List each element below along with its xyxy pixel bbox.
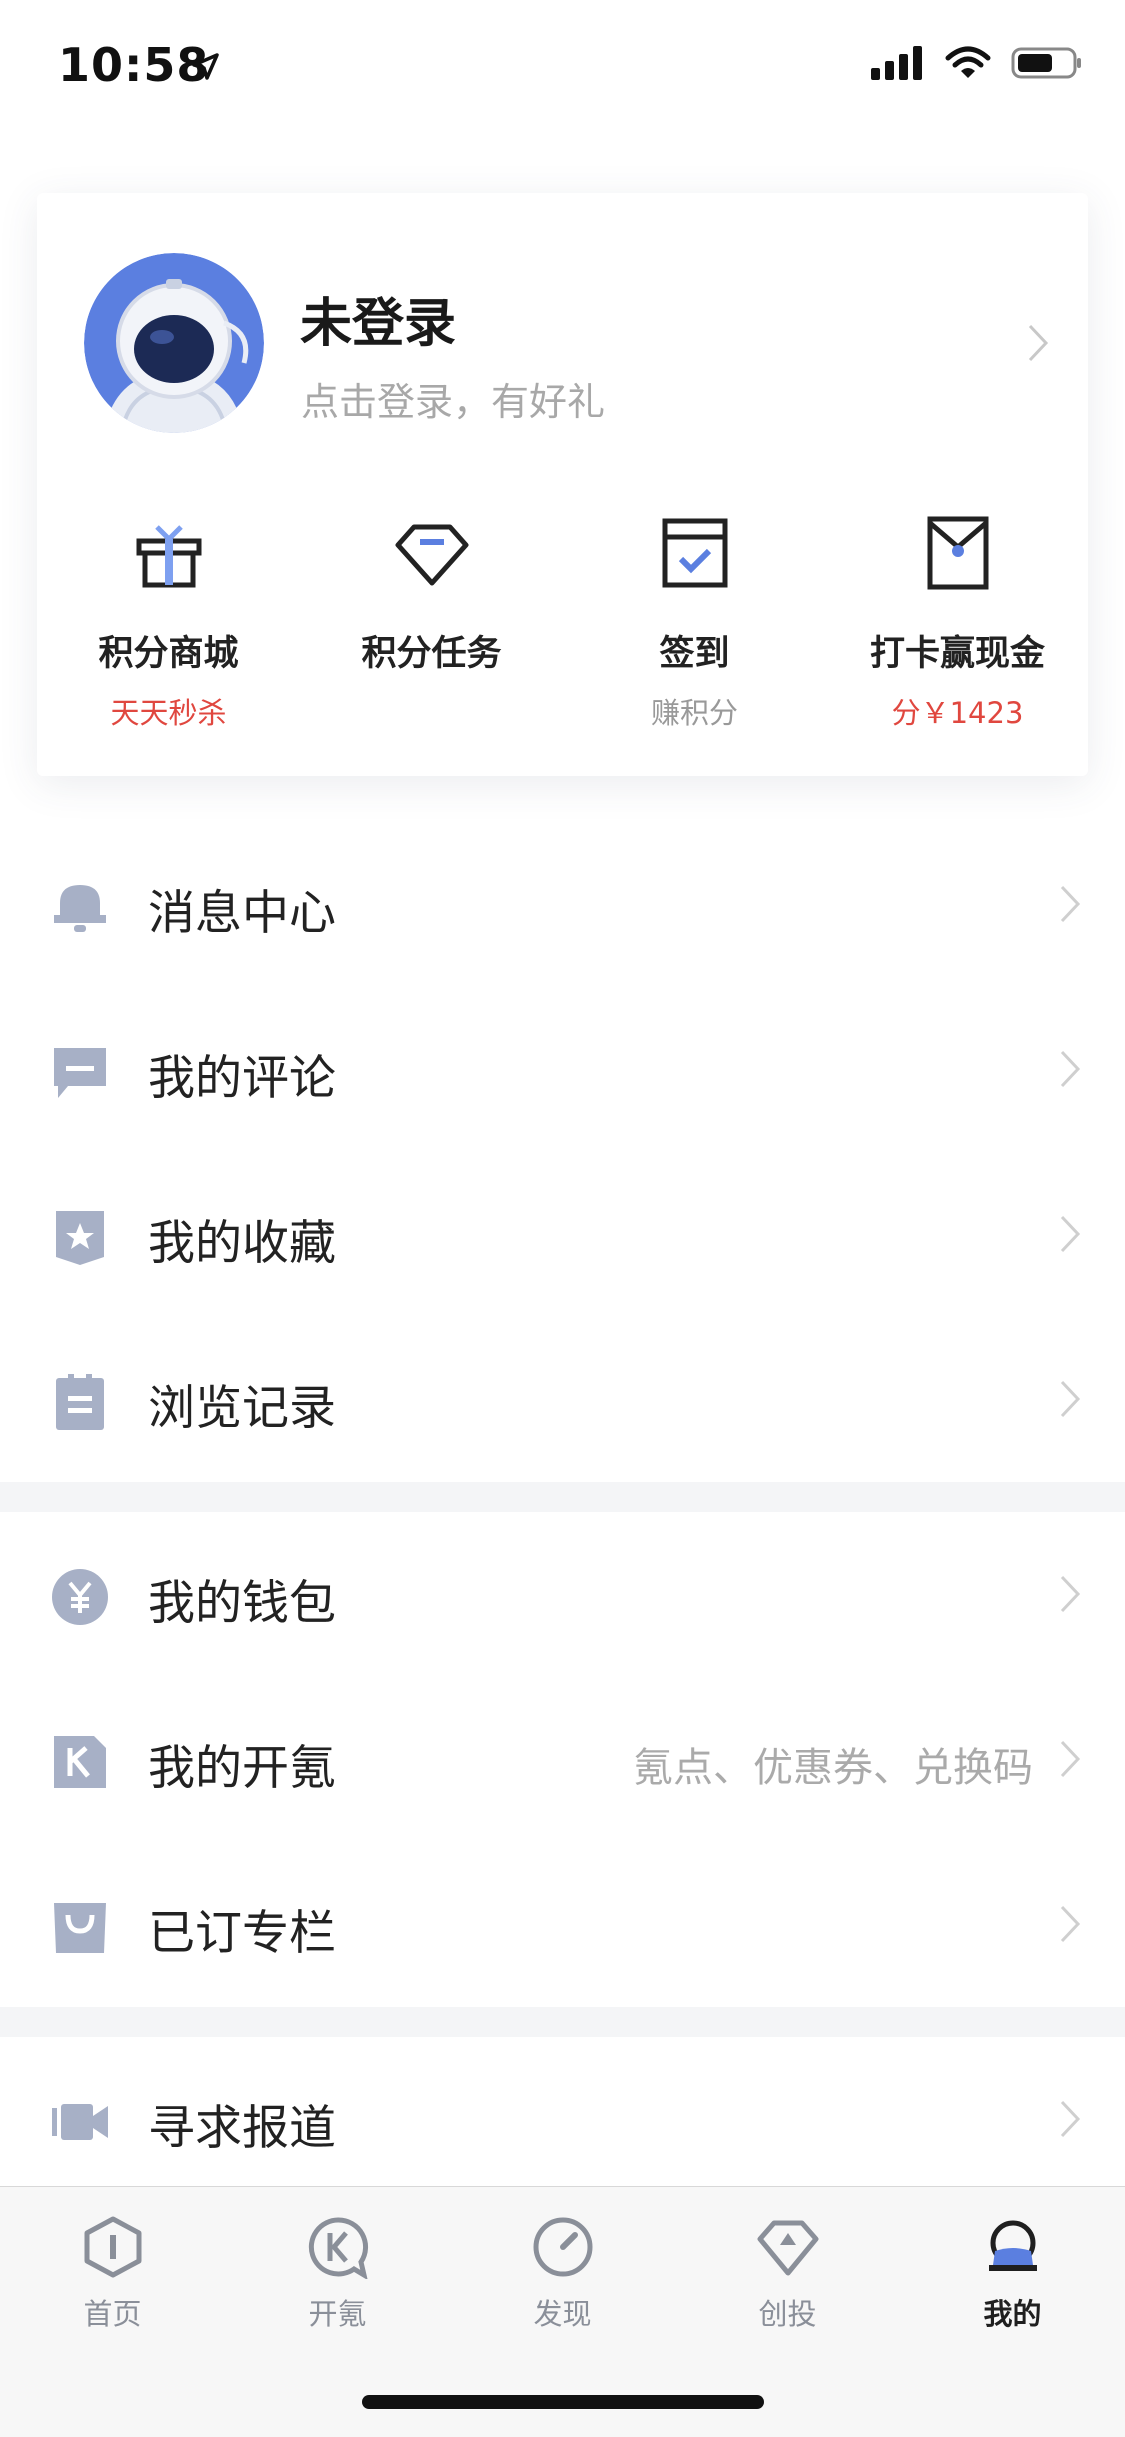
quick-action-label: 签到 [659, 634, 730, 674]
menu-item-message-center[interactable]: 消息中心 [0, 822, 1125, 987]
quick-action-sub: 赚积分 [650, 696, 738, 730]
chevron-right-icon [1060, 1380, 1081, 1418]
menu-item-label: 消息中心 [148, 886, 336, 941]
chevron-right-icon [1060, 1215, 1081, 1253]
quick-action-label: 打卡赢现金 [869, 634, 1045, 674]
section-separator [0, 2007, 1125, 2037]
menu-item-value: 氪点、优惠券、兑换码 [633, 1745, 1033, 1791]
checkin-icon [662, 518, 727, 588]
clipboard-icon [56, 1374, 104, 1430]
tab-venture[interactable]: 创投 [675, 2215, 900, 2333]
battery-icon [1011, 47, 1081, 79]
login-title: 未登录 [300, 294, 457, 354]
diamond-tab-icon [757, 2220, 818, 2276]
chevron-right-icon [1060, 1905, 1081, 1943]
login-subtitle: 点击登录，有好礼 [301, 380, 606, 424]
status-time: 10:58 [58, 38, 210, 92]
tab-label: 发现 [533, 2297, 592, 2331]
menu-item-browse-history[interactable]: 浏览记录 [0, 1317, 1125, 1482]
tab-home[interactable]: 首页 [0, 2215, 225, 2333]
bell-icon [54, 885, 106, 932]
bookmark-star-icon [56, 1211, 104, 1265]
compass-icon [533, 2217, 592, 2277]
menu-item-label: 我的收藏 [148, 1216, 336, 1271]
cellular-signal-icon [871, 46, 922, 80]
quick-action-label: 积分任务 [361, 634, 502, 674]
menu-item-my-kaike[interactable]: 我的开氪 氪点、优惠券、兑换码 [0, 1677, 1125, 1842]
menu-group-more: 寻求报道 [0, 2037, 1125, 2202]
comment-icon [54, 1048, 106, 1098]
menu-item-label: 寻求报道 [148, 2101, 336, 2156]
tab-label: 我的 [983, 2297, 1042, 2331]
astronaut-avatar[interactable] [84, 253, 264, 433]
quick-action-points-mall[interactable]: 积分商城 天天秒杀 [37, 513, 300, 732]
tab-label: 创投 [758, 2297, 817, 2331]
home-indicator [362, 2395, 764, 2409]
diamond-icon [395, 524, 468, 586]
yen-coin-icon [52, 1569, 108, 1625]
quick-action-clock-in-cash[interactable]: 打卡赢现金 分￥1423 [826, 513, 1089, 732]
menu-group-content: 消息中心 我的评论 我的收藏 浏览记录 [0, 822, 1125, 1482]
section-separator [0, 1482, 1125, 1512]
k-badge-icon [54, 1736, 106, 1788]
menu-item-my-favorites[interactable]: 我的收藏 [0, 1152, 1125, 1317]
home-hexagon-icon [84, 2216, 141, 2278]
quick-action-sub: 分￥1423 [891, 696, 1024, 730]
profile-card[interactable]: 未登录 点击登录，有好礼 积分商城 天天秒杀 积分任务 签到 赚积分 打卡赢现金… [37, 193, 1088, 776]
menu-item-subscribed-columns[interactable]: 已订专栏 [0, 1842, 1125, 2007]
menu-group-account: 我的钱包 我的开氪 氪点、优惠券、兑换码 已订专栏 [0, 1512, 1125, 2007]
chevron-right-icon [1060, 1740, 1081, 1778]
wifi-icon [945, 46, 991, 78]
envelope-icon [927, 516, 988, 590]
quick-action-points-task[interactable]: 积分任务 [300, 513, 563, 690]
menu-item-my-comments[interactable]: 我的评论 [0, 987, 1125, 1152]
menu-item-label: 已订专栏 [148, 1906, 336, 1961]
tab-discover[interactable]: 发现 [450, 2215, 675, 2333]
menu-item-seek-coverage[interactable]: 寻求报道 [0, 2037, 1125, 2202]
tab-label: 开氪 [308, 2297, 367, 2331]
chevron-right-icon [1060, 1050, 1081, 1088]
gift-icon [136, 525, 201, 588]
status-bar: 10:58 [0, 0, 1125, 140]
menu-item-label: 浏览记录 [148, 1381, 336, 1436]
quick-action-checkin[interactable]: 签到 赚积分 [563, 513, 826, 732]
quick-action-label: 积分商城 [98, 634, 239, 674]
tab-mine[interactable]: 我的 [900, 2215, 1125, 2333]
chevron-right-icon [1060, 2100, 1081, 2138]
chevron-right-icon[interactable] [1027, 323, 1049, 363]
video-camera-icon [52, 2104, 108, 2140]
chevron-right-icon [1060, 1575, 1081, 1613]
k-bubble-icon [308, 2217, 368, 2281]
chevron-right-icon [1060, 885, 1081, 923]
profile-icon [988, 2220, 1037, 2271]
tab-label: 首页 [83, 2297, 142, 2331]
menu-item-my-wallet[interactable]: 我的钱包 [0, 1512, 1125, 1677]
menu-item-label: 我的开氪 [148, 1741, 336, 1796]
menu-item-label: 我的钱包 [148, 1576, 336, 1631]
quick-action-sub: 天天秒杀 [110, 696, 227, 730]
tab-kaike[interactable]: 开氪 [225, 2215, 450, 2333]
shopping-bag-icon [54, 1903, 106, 1953]
location-arrow-icon [192, 53, 219, 80]
menu-item-label: 我的评论 [148, 1051, 336, 1106]
